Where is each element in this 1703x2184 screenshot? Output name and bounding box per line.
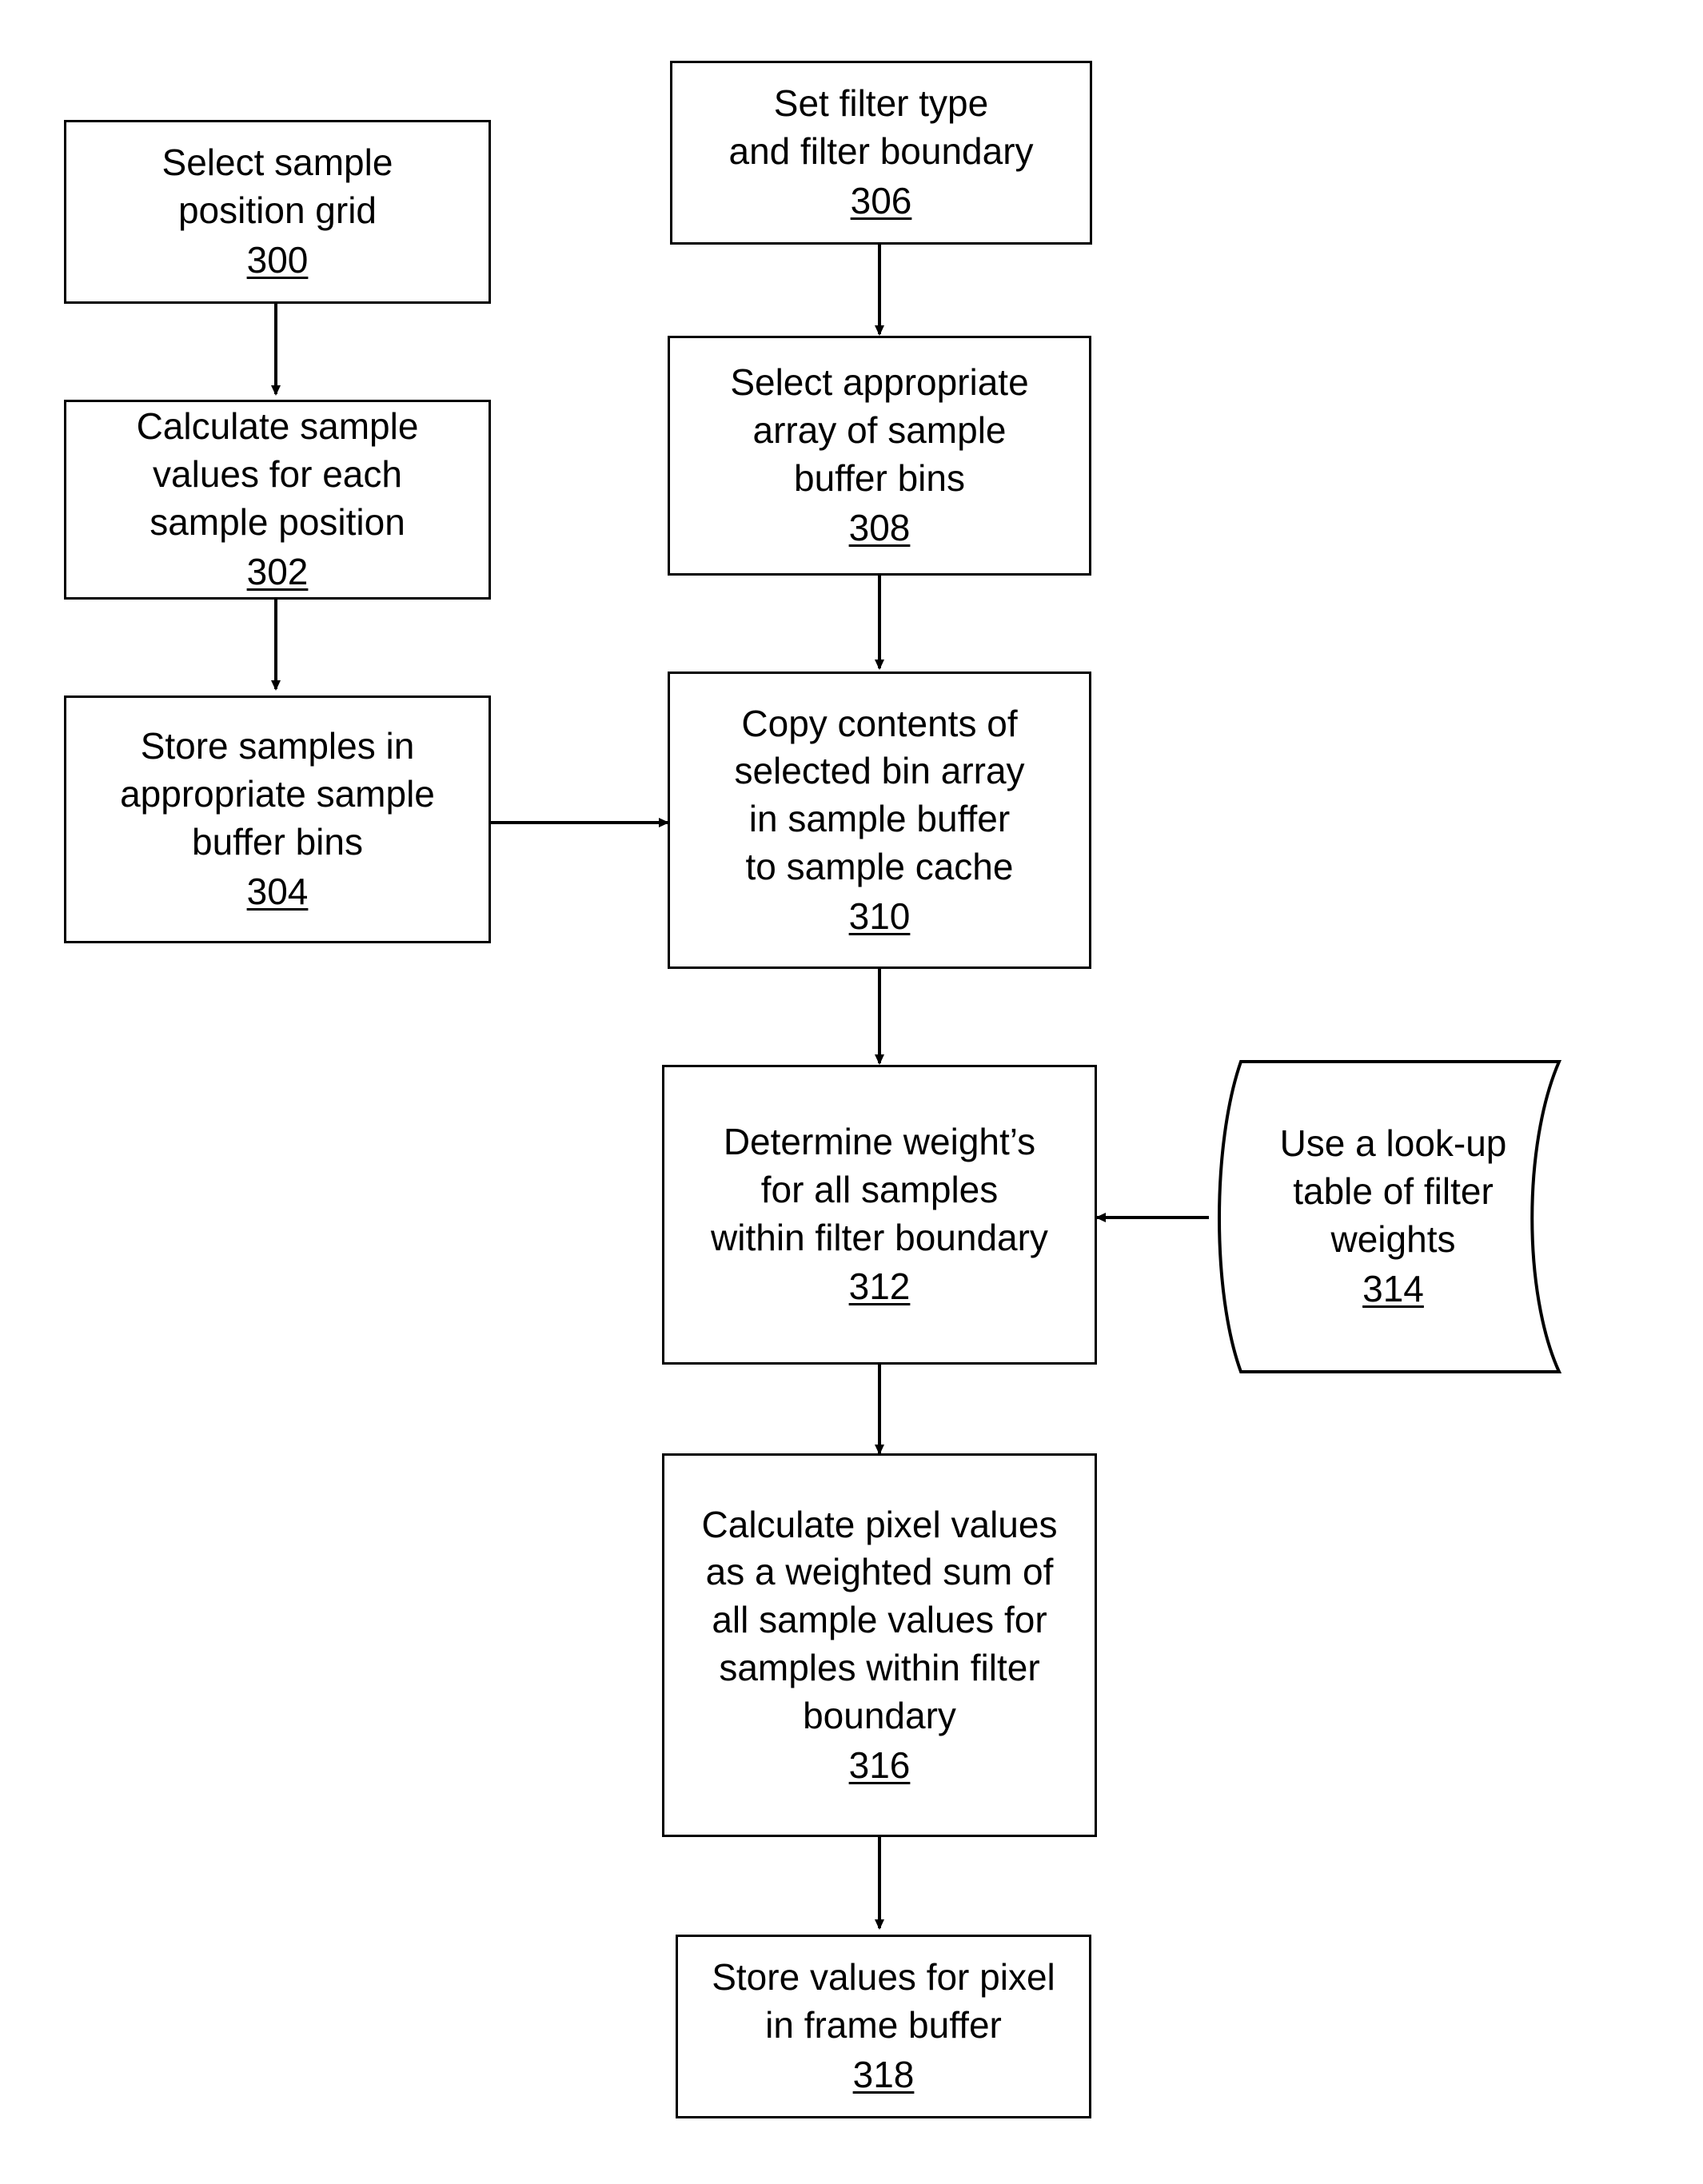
process-node-302[interactable]: Calculate sample values for each sample … bbox=[64, 400, 491, 600]
data-node-314-ref: 314 bbox=[1362, 1267, 1424, 1309]
process-node-308[interactable]: Select appropriate array of sample buffe… bbox=[668, 336, 1091, 576]
data-node-314-content: Use a look-up table of filter weights 31… bbox=[1207, 1120, 1579, 1313]
process-node-308-label: Select appropriate array of sample buffe… bbox=[730, 361, 1029, 499]
process-node-306-label: Set filter type and filter boundary bbox=[728, 82, 1034, 173]
data-node-314-label: Use a look-up table of filter weights bbox=[1279, 1122, 1507, 1260]
process-node-302-ref: 302 bbox=[246, 550, 309, 592]
process-node-308-ref: 308 bbox=[848, 506, 911, 548]
process-node-304-ref: 304 bbox=[246, 870, 309, 912]
process-node-318-ref: 318 bbox=[852, 2053, 915, 2095]
process-node-306-ref: 306 bbox=[850, 179, 912, 221]
process-node-316-ref: 316 bbox=[848, 1744, 911, 1786]
process-node-300[interactable]: Select sample position grid 300 bbox=[64, 120, 491, 304]
process-node-316[interactable]: Calculate pixel values as a weighted sum… bbox=[662, 1453, 1097, 1837]
process-node-312[interactable]: Determine weight’s for all samples withi… bbox=[662, 1065, 1097, 1365]
process-node-300-ref: 300 bbox=[246, 238, 309, 281]
process-node-312-label: Determine weight’s for all samples withi… bbox=[711, 1120, 1048, 1258]
process-node-310-ref: 310 bbox=[848, 895, 911, 937]
flowchart-canvas: Select sample position grid 300 Calculat… bbox=[0, 0, 1703, 2184]
process-node-316-label: Calculate pixel values as a weighted sum… bbox=[701, 1503, 1058, 1736]
data-node-314[interactable]: Use a look-up table of filter weights 31… bbox=[1207, 1057, 1579, 1377]
process-node-318-label: Store values for pixel in frame buffer bbox=[712, 1956, 1055, 2047]
process-node-302-label: Calculate sample values for each sample … bbox=[136, 405, 419, 543]
process-node-310-label: Copy contents of selected bin array in s… bbox=[734, 702, 1025, 887]
process-node-300-label: Select sample position grid bbox=[162, 141, 393, 232]
process-node-318[interactable]: Store values for pixel in frame buffer 3… bbox=[676, 1935, 1091, 2118]
process-node-306[interactable]: Set filter type and filter boundary 306 bbox=[670, 61, 1092, 245]
process-node-312-ref: 312 bbox=[848, 1265, 911, 1308]
process-node-304[interactable]: Store samples in appropriate sample buff… bbox=[64, 695, 491, 943]
process-node-310[interactable]: Copy contents of selected bin array in s… bbox=[668, 672, 1091, 969]
process-node-304-label: Store samples in appropriate sample buff… bbox=[120, 725, 435, 863]
